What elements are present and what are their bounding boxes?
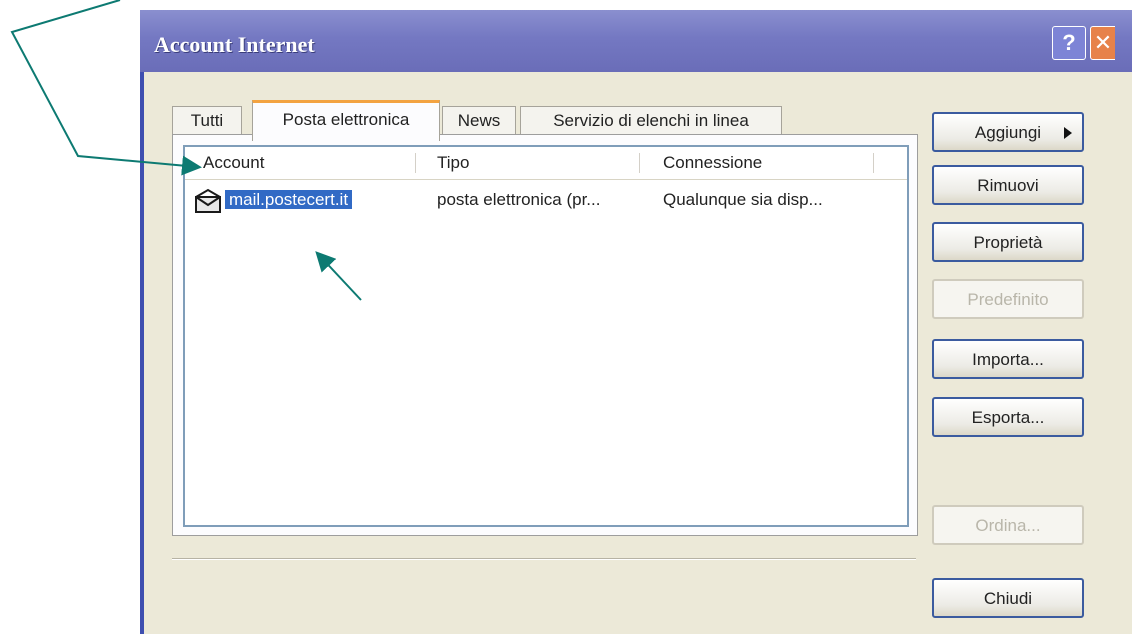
- rimuovi-label: Rimuovi: [977, 176, 1039, 195]
- proprieta-label: Proprietà: [973, 233, 1043, 252]
- importa-label: Importa...: [972, 350, 1044, 369]
- ordina-label: Ordina...: [975, 516, 1041, 535]
- proprieta-button[interactable]: Proprietà: [932, 222, 1084, 262]
- chiudi-label: Chiudi: [983, 589, 1033, 608]
- aggiungi-button[interactable]: Aggiungi: [932, 112, 1084, 152]
- aggiungi-label: Aggiungi: [974, 123, 1042, 142]
- tab-posta-elettronica[interactable]: Posta elettronica: [252, 100, 440, 141]
- esporta-label: Esporta...: [971, 408, 1045, 427]
- account-name: mail.postecert.it: [225, 190, 353, 209]
- importa-button[interactable]: Importa...: [932, 339, 1084, 379]
- chiudi-button[interactable]: Chiudi: [932, 578, 1084, 618]
- window-title: Account Internet: [154, 32, 315, 57]
- tab-news-label: News: [457, 111, 501, 130]
- account-type-cell: posta elettronica (pr...: [437, 190, 601, 209]
- close-icon[interactable]: ✕: [1090, 26, 1115, 60]
- help-button[interactable]: ?: [1052, 26, 1086, 60]
- account-connection-cell: Qualunque sia disp...: [663, 190, 823, 209]
- ordina-button[interactable]: Ordina...: [932, 505, 1084, 545]
- account-name-cell[interactable]: mail.postecert.it: [225, 185, 353, 215]
- column-divider[interactable]: [639, 153, 640, 173]
- dialog-separator: [172, 558, 916, 560]
- submenu-arrow-icon: [1064, 127, 1072, 139]
- predefinito-label: Predefinito: [967, 290, 1049, 309]
- rimuovi-button[interactable]: Rimuovi: [932, 165, 1084, 205]
- list-row[interactable]: mail.postecert.it posta elettronica (pr.…: [185, 185, 907, 215]
- mail-account-icon: [195, 188, 221, 213]
- dialog-client-area: Tutti Posta elettronica News Servizio di…: [144, 72, 1132, 634]
- account-list[interactable]: Account Tipo Connessione mail.postecert.…: [183, 145, 909, 527]
- column-divider[interactable]: [873, 153, 874, 173]
- predefinito-button[interactable]: Predefinito: [932, 279, 1084, 319]
- esporta-button[interactable]: Esporta...: [932, 397, 1084, 437]
- list-header: Account Tipo Connessione: [185, 147, 907, 180]
- column-header-tipo[interactable]: Tipo: [437, 147, 469, 179]
- column-header-account[interactable]: Account: [203, 147, 264, 179]
- tab-news[interactable]: News: [442, 106, 516, 135]
- tab-servizio-elenchi[interactable]: Servizio di elenchi in linea: [520, 106, 782, 135]
- column-divider[interactable]: [415, 153, 416, 173]
- column-header-connessione[interactable]: Connessione: [663, 147, 762, 179]
- tab-tutti-label: Tutti: [190, 111, 224, 130]
- tab-posta-elettronica-label: Posta elettronica: [282, 110, 410, 129]
- tab-tutti[interactable]: Tutti: [172, 106, 242, 135]
- tab-servizio-elenchi-label: Servizio di elenchi in linea: [553, 111, 749, 130]
- account-internet-window: Account Internet ? ✕ Tutti Posta elettro…: [140, 10, 1132, 634]
- title-bar: Account Internet ? ✕: [140, 10, 1132, 72]
- tab-panel: Account Tipo Connessione mail.postecert.…: [172, 134, 918, 536]
